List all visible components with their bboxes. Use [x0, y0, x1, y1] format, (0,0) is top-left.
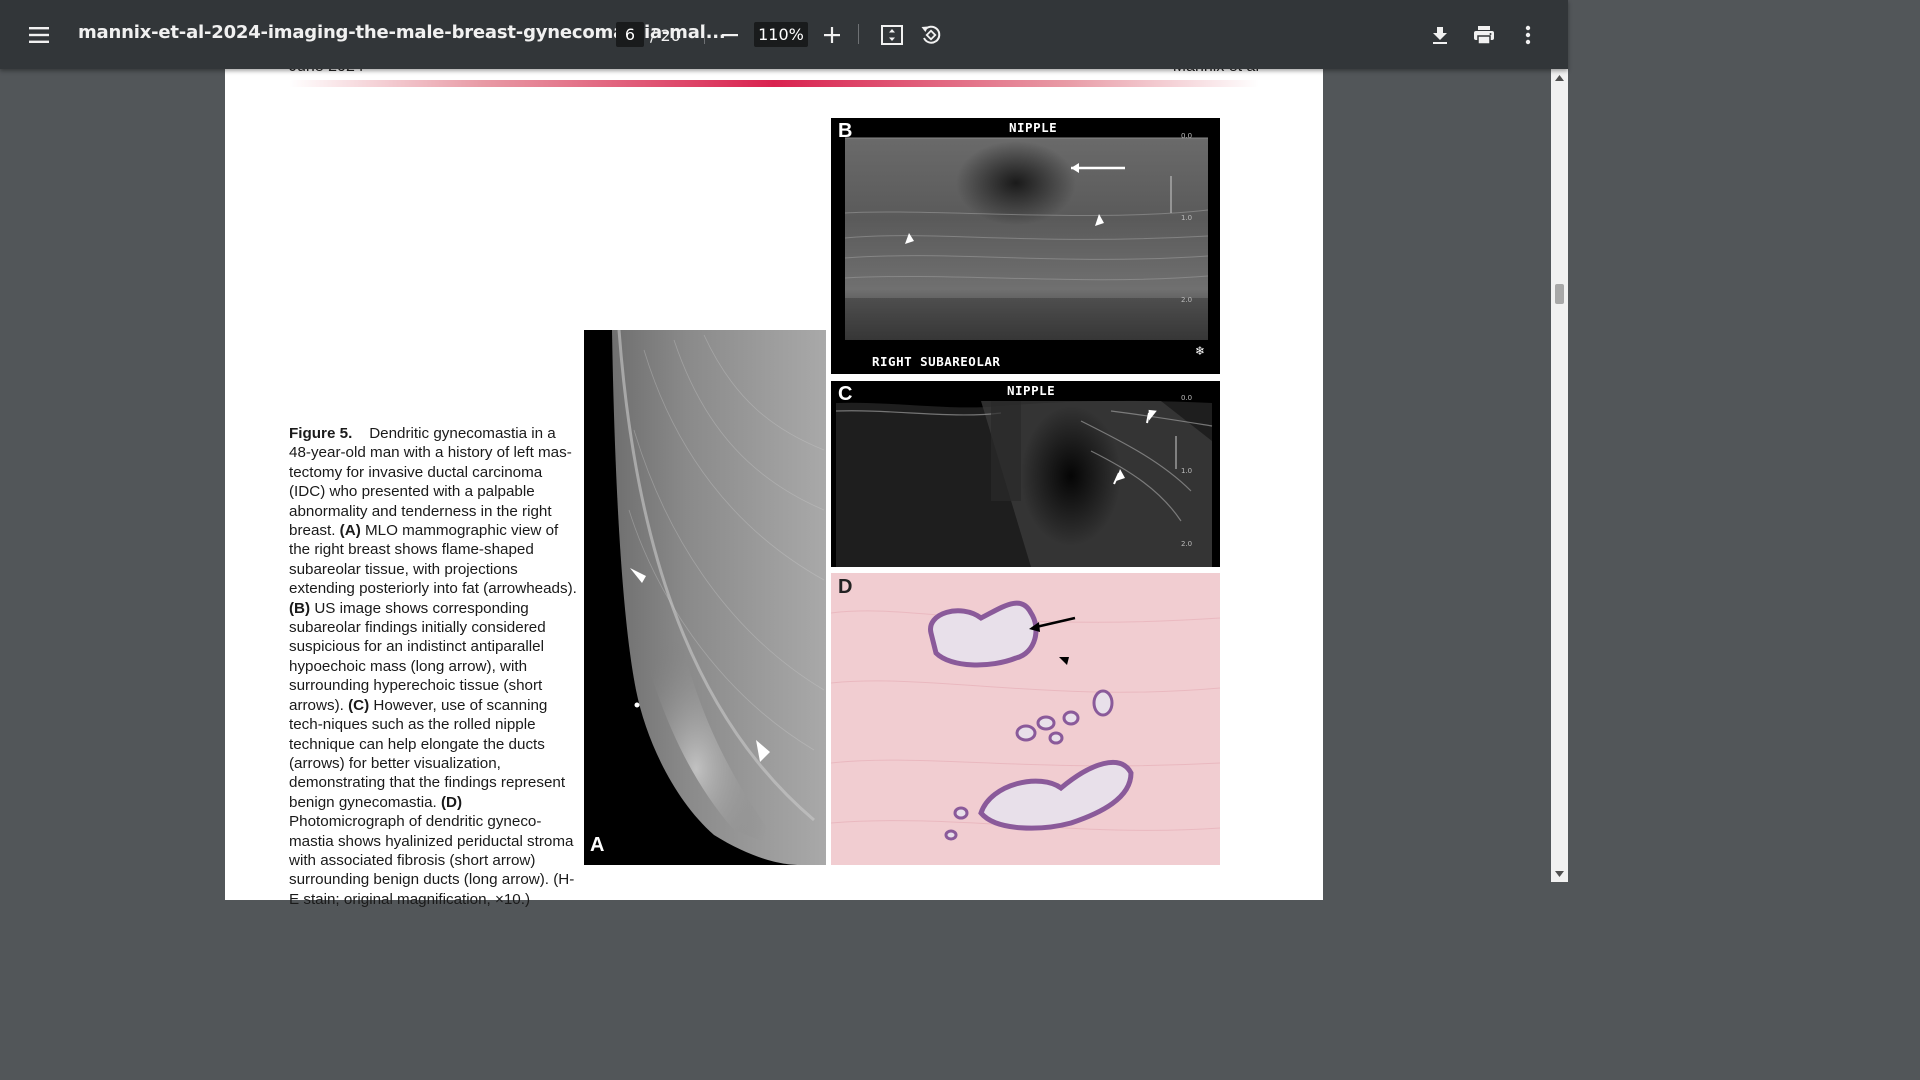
panel-b-letter: B [838, 120, 853, 142]
scroll-up-icon [1555, 74, 1564, 81]
panel-b-location-label: RIGHT SUBAREOLAR [872, 354, 1001, 369]
menu-icon [29, 27, 49, 43]
caption-c-label: (C) [348, 696, 370, 714]
panel-c-nipple-label: NIPPLE [1007, 383, 1056, 398]
histology-image [831, 573, 1220, 865]
figure-panel-a-mammogram: A [584, 330, 826, 865]
page-number-input[interactable] [616, 22, 644, 47]
depth-scale-label: 0.0 [1181, 394, 1193, 402]
zoom-in-button[interactable] [814, 17, 850, 53]
caption-a-label: (A) [339, 522, 361, 540]
figure-label: Figure 5. [289, 425, 353, 442]
scroll-up-button[interactable] [1551, 69, 1568, 86]
caption-b-label: (B) [289, 599, 311, 617]
scroll-thumb[interactable] [1555, 284, 1564, 304]
download-button[interactable] [1422, 17, 1458, 53]
caption-d-text: Photomicrograph of dendritic gyneco-mast… [289, 813, 575, 908]
panel-a-letter: A [590, 834, 605, 856]
scroll-down-icon [1555, 870, 1564, 877]
pdf-page: June 2024 Mannix et al Figure 5. Dendrit… [225, 40, 1323, 908]
menu-button[interactable] [21, 17, 57, 53]
plus-icon [824, 27, 840, 43]
caption-d-label: (D) [441, 793, 463, 811]
more-vert-icon [1525, 25, 1531, 45]
depth-scale-label: 2.0 [1181, 296, 1193, 304]
depth-scale-label: 1.0 [1181, 214, 1193, 222]
rotate-button[interactable] [913, 17, 949, 53]
more-options-button[interactable] [1510, 17, 1546, 53]
page-total: / 20 [650, 26, 681, 45]
print-button[interactable] [1466, 17, 1502, 53]
depth-scale-label: 0.0 [1181, 132, 1193, 140]
print-icon [1474, 26, 1494, 45]
toolbar-divider [704, 24, 705, 44]
freeze-snowflake-icon: ❄ [1195, 344, 1206, 358]
header-rule [289, 80, 1259, 87]
zoom-out-button[interactable] [712, 17, 748, 53]
ultrasound-image-b [831, 118, 1220, 374]
toolbar-divider [858, 24, 859, 44]
panel-c-letter: C [838, 383, 853, 405]
zoom-level-input[interactable] [754, 22, 808, 47]
depth-scale-label: 1.0 [1181, 467, 1193, 475]
depth-scale-label: 2.0 [1181, 540, 1193, 548]
download-icon [1433, 27, 1447, 44]
figure-caption: Figure 5. Dendritic gynecomastia in a 48… [289, 424, 581, 909]
rotate-icon [921, 25, 941, 44]
figure-panel-c-ultrasound: C NIPPLE 0.0 1.0 2.0 [831, 381, 1220, 567]
skin-marker [634, 702, 640, 708]
ultrasound-image-c [831, 381, 1220, 567]
figure-panel-d-photomicrograph: D [831, 573, 1220, 865]
panel-b-nipple-label: NIPPLE [1009, 120, 1058, 135]
fit-page-icon [881, 25, 903, 45]
panel-d-letter: D [838, 576, 853, 598]
minus-icon [722, 34, 738, 37]
vertical-scrollbar[interactable] [1551, 69, 1568, 882]
figure-panel-b-ultrasound: B NIPPLE RIGHT SUBAREOLAR 0.0 1.0 2.0 ❄ [831, 118, 1220, 374]
mammogram-image [584, 330, 826, 865]
fit-to-page-button[interactable] [874, 17, 910, 53]
scroll-down-button[interactable] [1551, 865, 1568, 882]
pdf-toolbar: mannix-et-al-2024-imaging-the-male-breas… [0, 0, 1568, 69]
